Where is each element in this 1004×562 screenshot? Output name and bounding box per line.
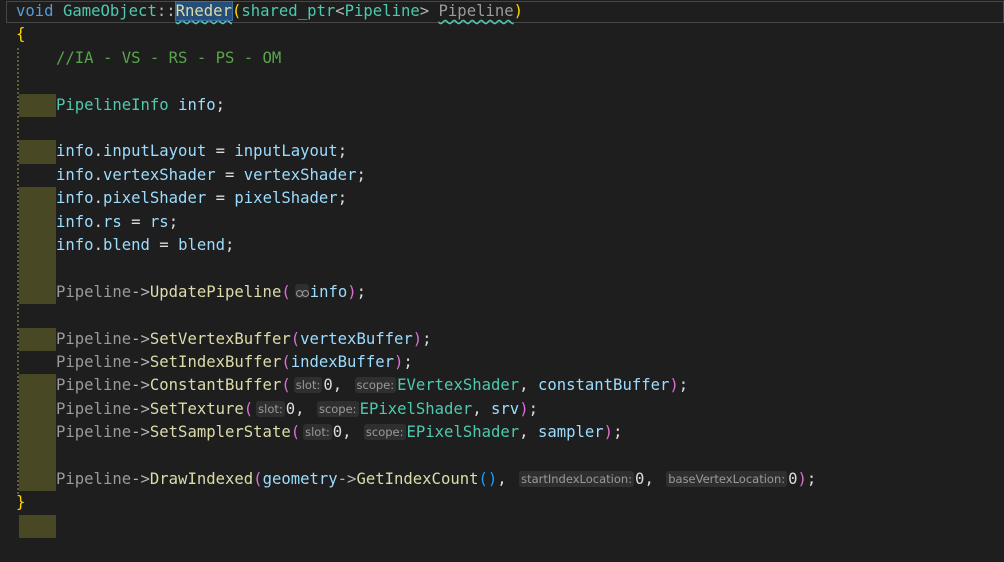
code-line-constant-buffer[interactable]: Pipeline->ConstantBuffer(slot: 0, scope: E…: [0, 374, 1004, 445]
inlay-hint-base-vertex: baseVertexLocation:: [666, 471, 788, 487]
code-line-declaration[interactable]: PipelineInfo info;: [0, 94, 1004, 164]
inlay-hint-slot: slot:: [303, 424, 332, 441]
inlay-hint-scope: scope:: [316, 400, 359, 417]
code-line-set-vertex-buffer[interactable]: Pipeline->SetVertexBuffer(vertexBuffer);: [0, 328, 1004, 398]
inlay-hint-scope: scope:: [354, 377, 397, 394]
code-line-assignment[interactable]: info.rs = rs;: [0, 211, 1004, 281]
param-type-arg: Pipeline: [344, 2, 420, 20]
code-line-assignment[interactable]: info.inputLayout = inputLayout;: [0, 140, 1004, 211]
code-line-signature[interactable]: void GameObject::Rneder(shared_ptr<Pipel…: [0, 0, 1004, 23]
code-line-close-brace[interactable]: }: [0, 491, 1004, 514]
keyword: void: [16, 2, 54, 20]
code-line-set-sampler-state[interactable]: Pipeline->SetSamplerState(slot: 0, scope:…: [0, 421, 1004, 492]
param-name: Pipeline: [438, 2, 514, 20]
inlay-hint-start-index: startIndexLocation:: [519, 471, 635, 487]
code-line-assignment[interactable]: info.pixelShader = pixelShader;: [0, 187, 1004, 258]
code-line-assignment[interactable]: info.vertexShader = vertexShader;: [0, 164, 1004, 234]
reference-hint-icon: [294, 283, 309, 298]
close-brace: }: [16, 493, 26, 512]
param-type-template: shared_ptr: [241, 2, 336, 20]
class-name: GameObject: [62, 2, 157, 20]
inlay-hint-slot: slot:: [293, 377, 323, 394]
method-name-selected[interactable]: Rneder: [174, 1, 233, 21]
code-line-draw-indexed[interactable]: Pipeline->DrawIndexed(geometry->GetIndex…: [0, 468, 1004, 539]
code-editor[interactable]: void GameObject::Rneder(shared_ptr<Pipel…: [0, 0, 1004, 545]
inlay-hint-scope: scope:: [363, 424, 406, 441]
code-line-set-index-buffer[interactable]: Pipeline->SetIndexBuffer(indexBuffer);: [0, 351, 1004, 422]
code-line-update-pipeline[interactable]: Pipeline->UpdatePipeline(info);: [0, 281, 1004, 351]
inlay-hint-slot: slot:: [256, 400, 285, 417]
code-line-set-texture[interactable]: Pipeline->SetTexture(slot: 0, scope: EPixe…: [0, 398, 1004, 468]
code-line-comment[interactable]: //IA - VS - RS - PS - OM: [0, 47, 1004, 117]
code-line-open-brace[interactable]: {: [0, 23, 1004, 46]
code-line-assignment[interactable]: info.blend = blend;: [0, 234, 1004, 305]
open-brace: {: [16, 25, 26, 44]
comment: //IA - VS - RS - PS - OM: [56, 48, 282, 67]
